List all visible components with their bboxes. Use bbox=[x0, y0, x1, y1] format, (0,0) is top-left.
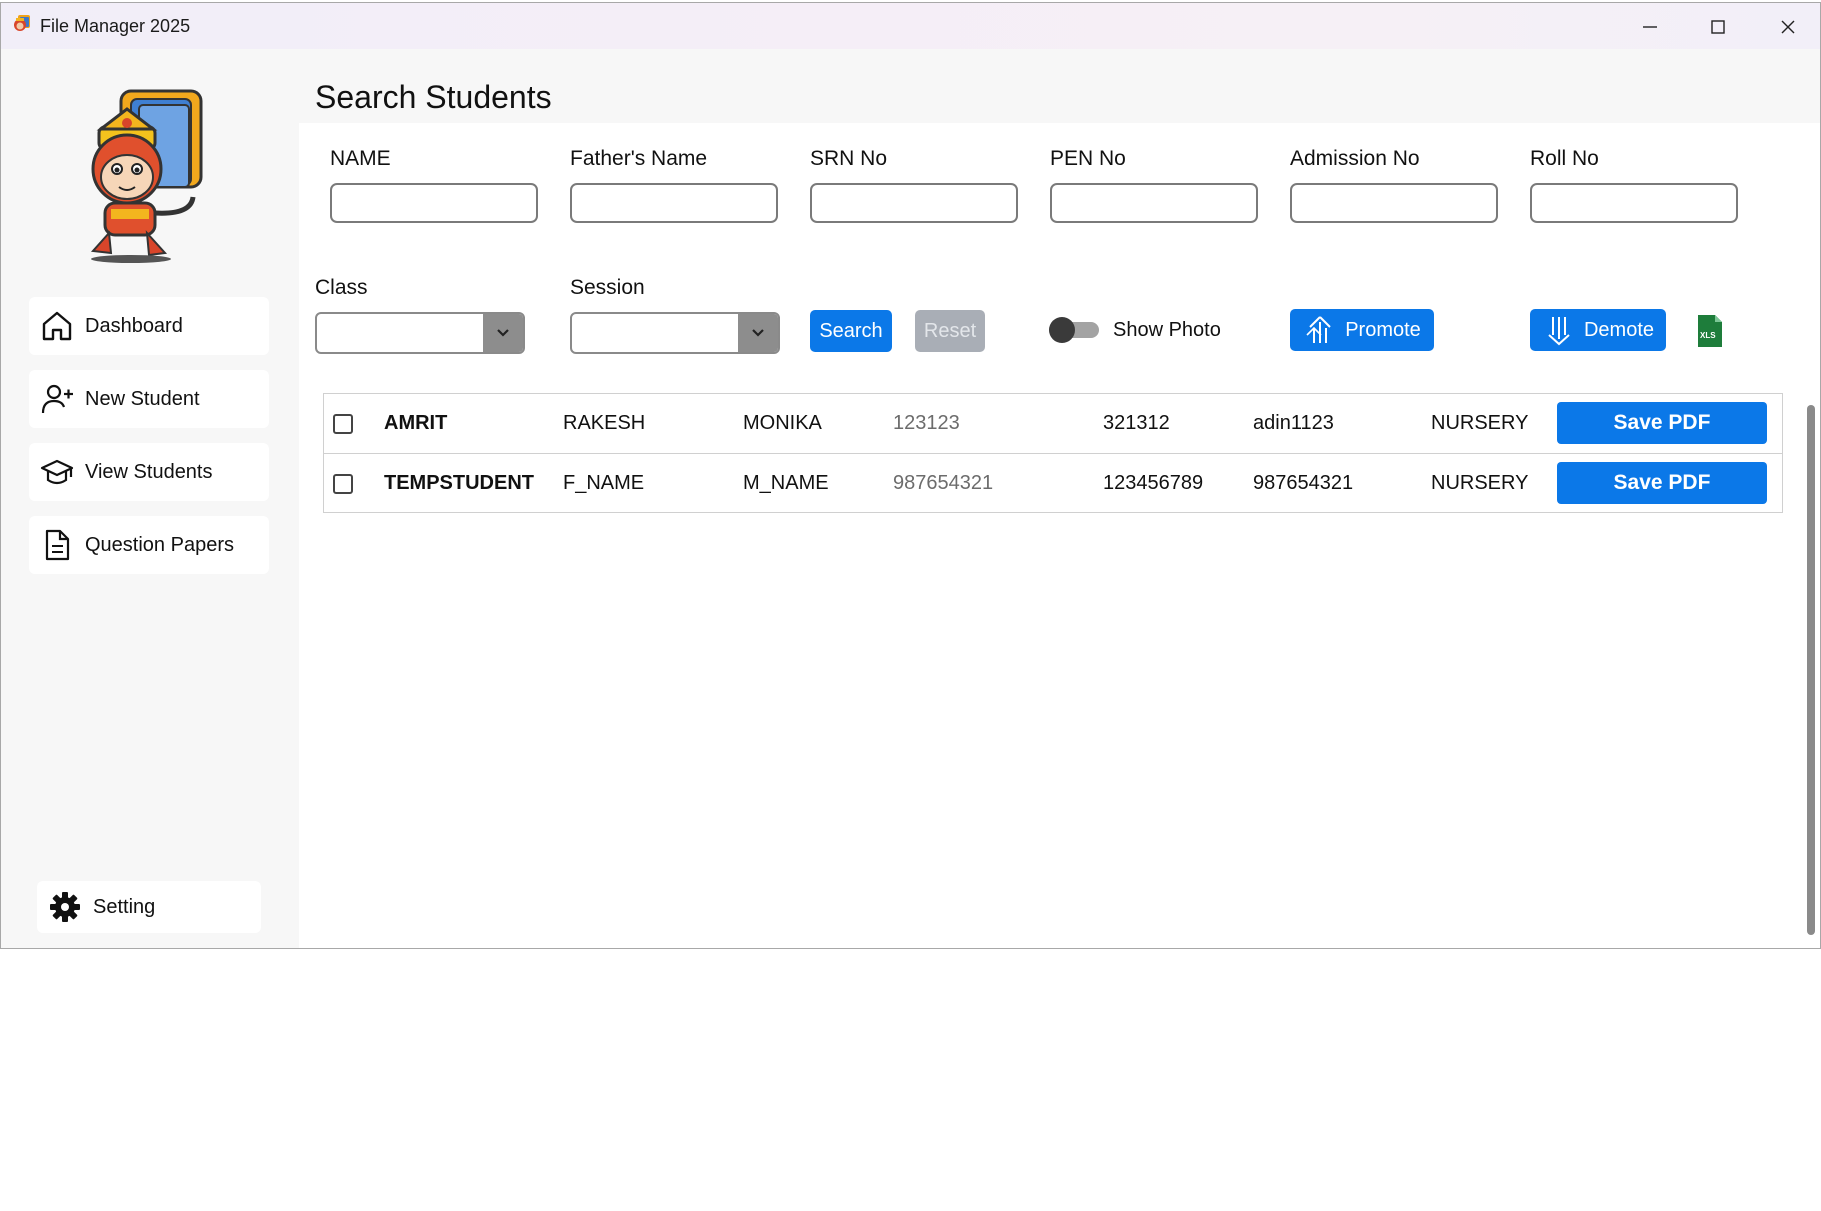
promote-icon bbox=[1306, 316, 1331, 343]
father-name: F_NAME bbox=[563, 472, 645, 494]
session-filter: Session bbox=[570, 276, 780, 354]
app-logo bbox=[81, 83, 221, 263]
name-input[interactable] bbox=[330, 183, 538, 223]
admission-number: 987654321 bbox=[1253, 472, 1354, 494]
admission-input[interactable] bbox=[1290, 183, 1498, 223]
student-class: NURSERY bbox=[1431, 412, 1529, 434]
table-row[interactable]: AMRIT RAKESH MONIKA 123123 321312 adin11… bbox=[324, 394, 1782, 453]
class-filter: Class bbox=[315, 276, 525, 354]
admission-number: adin1123 bbox=[1253, 412, 1334, 434]
srn-input[interactable] bbox=[810, 183, 1018, 223]
maximize-button[interactable] bbox=[1691, 9, 1745, 45]
class-select[interactable] bbox=[315, 312, 525, 354]
main-panel: Search Students NAME Father's Name SRN N… bbox=[299, 49, 1820, 948]
sidebar-item-label: View Students bbox=[85, 460, 213, 483]
srn-number: 123123 bbox=[893, 412, 960, 434]
session-select[interactable] bbox=[570, 312, 780, 354]
minimize-button[interactable] bbox=[1623, 9, 1677, 45]
sidebar-item-setting[interactable]: Setting bbox=[37, 881, 261, 933]
chevron-down-icon[interactable] bbox=[738, 314, 778, 352]
vertical-scrollbar[interactable] bbox=[1807, 405, 1815, 935]
window-title: File Manager 2025 bbox=[40, 16, 191, 36]
sidebar-item-label: Dashboard bbox=[85, 314, 183, 337]
promote-label: Promote bbox=[1345, 318, 1421, 341]
show-photo-label: Show Photo bbox=[1113, 319, 1221, 341]
students-table: AMRIT RAKESH MONIKA 123123 321312 adin11… bbox=[323, 393, 1783, 513]
pen-filter: PEN No bbox=[1050, 147, 1258, 223]
reset-button[interactable]: Reset bbox=[915, 310, 985, 352]
row-checkbox[interactable] bbox=[333, 474, 353, 494]
roll-filter: Roll No bbox=[1530, 147, 1738, 223]
roll-label: Roll No bbox=[1530, 147, 1599, 170]
admission-label: Admission No bbox=[1290, 147, 1420, 170]
show-photo-toggle[interactable] bbox=[1049, 317, 1099, 343]
save-pdf-button[interactable]: Save PDF bbox=[1557, 462, 1767, 504]
demote-label: Demote bbox=[1583, 318, 1655, 341]
mother-name: MONIKA bbox=[743, 412, 822, 434]
father-name-label: Father's Name bbox=[570, 147, 708, 170]
sidebar-item-dashboard[interactable]: Dashboard bbox=[29, 297, 269, 355]
srn-filter: SRN No bbox=[810, 147, 1018, 223]
pen-input[interactable] bbox=[1050, 183, 1258, 223]
sidebar-item-new-student[interactable]: New Student bbox=[29, 370, 269, 428]
session-label: Session bbox=[570, 276, 645, 299]
sidebar-item-label: Question Papers bbox=[85, 533, 234, 556]
page-title: Search Students bbox=[299, 49, 1820, 123]
pen-number: 321312 bbox=[1103, 412, 1170, 434]
sidebar-item-view-students[interactable]: View Students bbox=[29, 443, 269, 501]
father-name-input[interactable] bbox=[570, 183, 778, 223]
home-icon bbox=[39, 308, 75, 344]
student-name: AMRIT bbox=[384, 412, 448, 434]
admission-filter: Admission No bbox=[1290, 147, 1498, 223]
demote-icon bbox=[1548, 317, 1570, 346]
student-class: NURSERY bbox=[1431, 472, 1529, 494]
student-name: TEMPSTUDENT bbox=[384, 472, 534, 494]
save-pdf-button[interactable]: Save PDF bbox=[1557, 402, 1767, 444]
close-button[interactable] bbox=[1761, 9, 1815, 45]
app-logo-icon bbox=[11, 13, 35, 37]
sidebar-item-label: Setting bbox=[93, 895, 156, 918]
promote-button[interactable]: Promote bbox=[1290, 309, 1434, 351]
excel-file-label: XLS bbox=[1700, 331, 1716, 340]
pen-label: PEN No bbox=[1050, 147, 1126, 170]
roll-input[interactable] bbox=[1530, 183, 1738, 223]
srn-number: 987654321 bbox=[893, 472, 994, 494]
maximize-icon bbox=[1711, 20, 1725, 34]
table-row[interactable]: TEMPSTUDENT F_NAME M_NAME 987654321 1234… bbox=[324, 453, 1782, 513]
close-icon bbox=[1781, 20, 1795, 34]
app-window: File Manager 2025 Dashboard New Student … bbox=[0, 2, 1821, 949]
pen-number: 123456789 bbox=[1103, 472, 1204, 494]
sidebar-item-question-papers[interactable]: Question Papers bbox=[29, 516, 269, 574]
gear-icon bbox=[47, 889, 83, 925]
mother-name: M_NAME bbox=[743, 472, 829, 494]
document-icon bbox=[39, 527, 75, 563]
graduation-cap-icon bbox=[39, 454, 75, 490]
father-name-filter: Father's Name bbox=[570, 147, 778, 223]
demote-button[interactable]: Demote bbox=[1530, 309, 1666, 351]
excel-export-button[interactable]: XLS bbox=[1696, 313, 1724, 349]
title-bar: File Manager 2025 bbox=[1, 3, 1820, 49]
search-button[interactable]: Search bbox=[810, 310, 892, 352]
father-name: RAKESH bbox=[563, 412, 646, 434]
minimize-icon bbox=[1643, 26, 1657, 28]
add-user-icon bbox=[39, 381, 75, 417]
row-checkbox[interactable] bbox=[333, 414, 353, 434]
name-label: NAME bbox=[330, 147, 391, 170]
sidebar: Dashboard New Student View Students Ques… bbox=[1, 49, 299, 948]
srn-label: SRN No bbox=[810, 147, 888, 170]
toggle-knob bbox=[1049, 317, 1075, 343]
sidebar-item-label: New Student bbox=[85, 387, 200, 410]
chevron-down-icon[interactable] bbox=[483, 314, 523, 352]
class-label: Class bbox=[315, 276, 368, 299]
name-filter: NAME bbox=[330, 147, 538, 223]
